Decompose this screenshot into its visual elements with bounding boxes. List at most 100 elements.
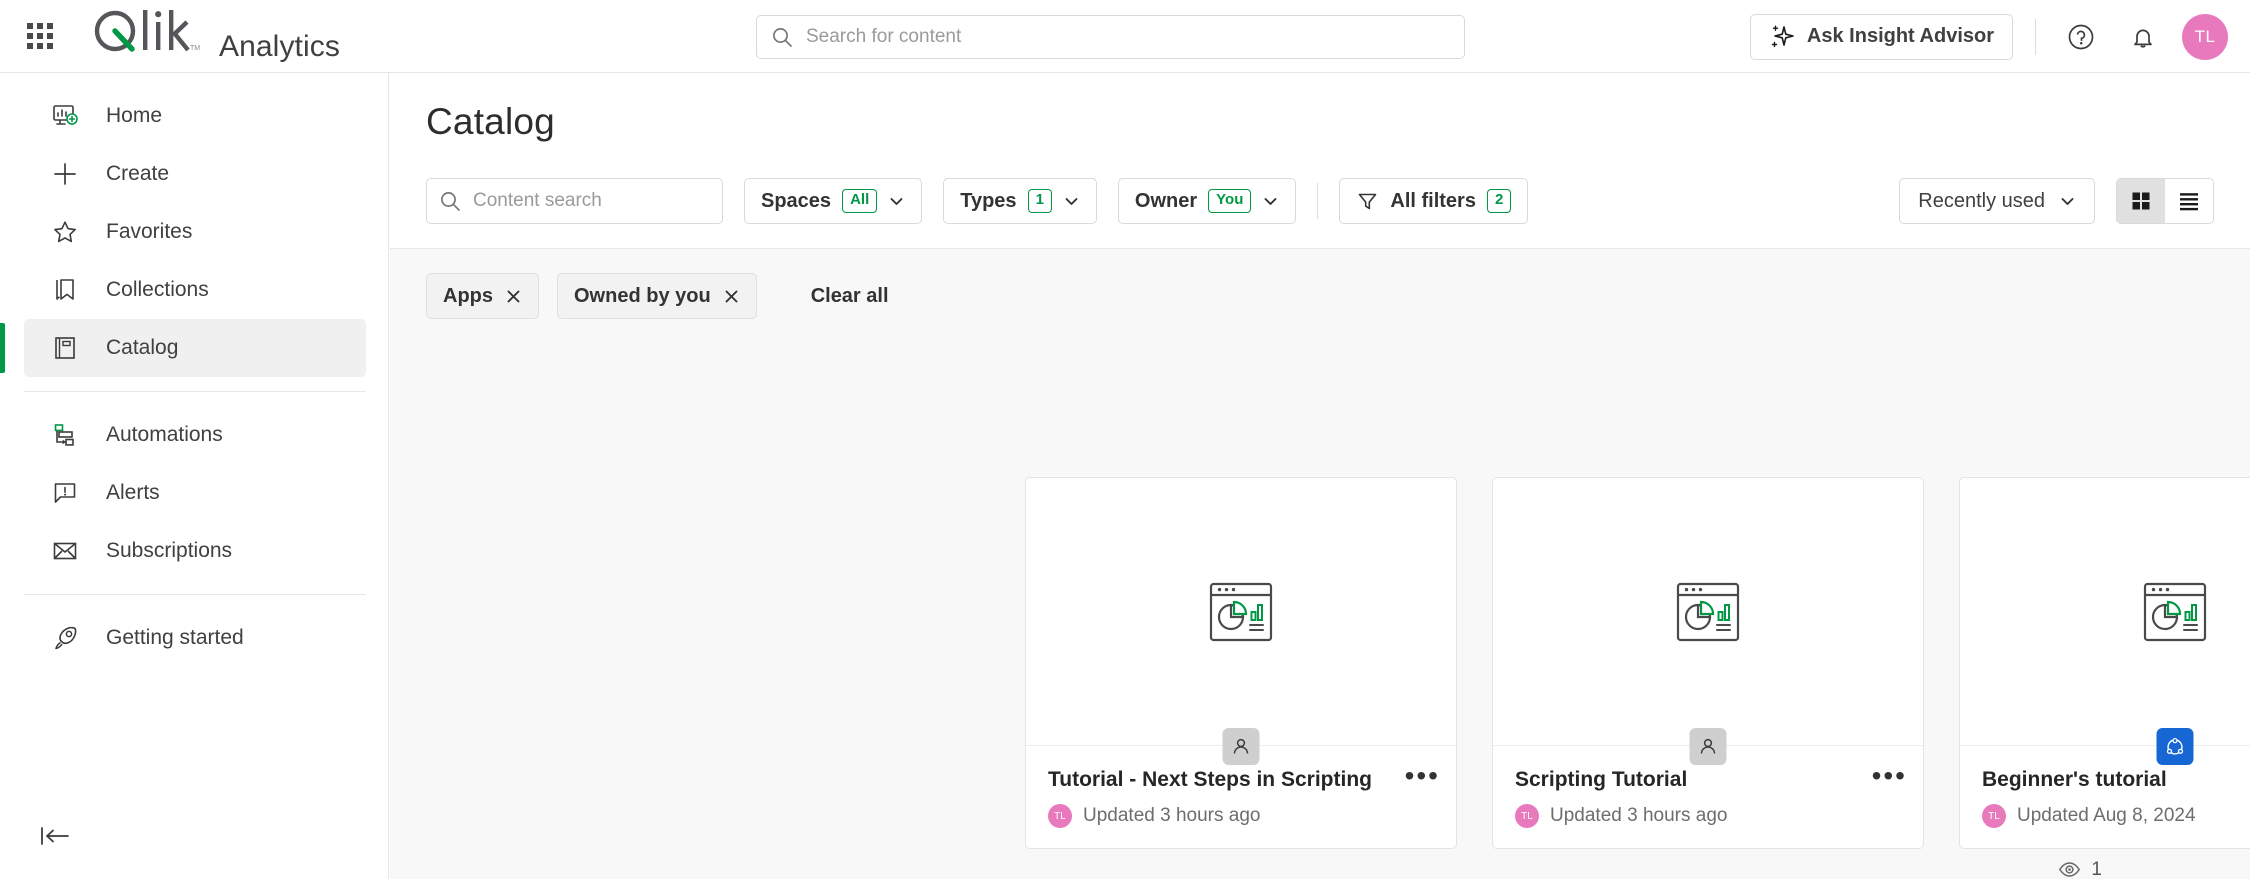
sidebar-item-automations[interactable]: Automations [24,406,366,464]
sidebar-item-collections[interactable]: Collections [24,261,366,319]
active-filter-chips: Apps Owned by you Clear all [426,273,889,319]
app-card-grid: Tutorial - Next Steps in Scripting TL Up… [1025,477,2250,849]
eye-icon [2059,862,2081,877]
clear-all-button[interactable]: Clear all [811,285,889,308]
global-search-placeholder: Search for content [806,26,962,47]
sidebar-item-alerts[interactable]: Alerts [24,464,366,522]
app-card-actions: ••• [1872,762,1907,790]
sidebar-item-subscriptions[interactable]: Subscriptions [24,522,366,580]
sidebar-item-label: Automations [106,423,223,446]
chip-apps-label: Apps [443,284,493,307]
app-card-title: Beginner's tutorial [1982,768,2167,791]
app-card-meta: TL Updated Aug 8, 2024 [1982,804,2250,828]
avatar[interactable]: TL [2182,13,2228,60]
app-card-meta: TL Updated 3 hours ago [1048,804,1434,828]
app-thumbnail [1493,478,1923,746]
sidebar-item-label: Catalog [106,336,179,359]
chip-owned-by-you[interactable]: Owned by you [557,273,757,319]
app-grid-icon[interactable] [17,13,63,59]
sidebar-item-create[interactable]: Create [24,145,366,203]
sidebar-item-favorites[interactable]: Favorites [24,203,366,261]
content-search-input[interactable]: Content search [426,178,723,224]
funnel-icon [1359,193,1377,209]
view-count: 1 [2058,858,2102,881]
app-thumbnail [1026,478,1456,746]
sidebar-item-label: Subscriptions [106,539,233,562]
qlik-logo-icon: TM [89,8,207,56]
app-card-title: Tutorial - Next Steps in Scripting [1048,768,1372,791]
sidebar-item-getting-started[interactable]: Getting started [24,609,366,667]
app-card-updated: Updated Aug 8, 2024 [2017,805,2196,826]
ask-insight-advisor-button[interactable]: Ask Insight Advisor [1749,13,2013,60]
product-name: Analytics [219,30,340,63]
sidebar-item-label: Create [106,162,170,185]
search-icon [773,28,792,47]
filter-owner-badge: You [1208,189,1252,213]
chevron-down-icon [1065,197,1078,205]
filter-owner-button[interactable]: Owner You [1117,178,1297,224]
svg-text:TM: TM [190,45,200,52]
sidebar: Home Create Favorites Collections Catalo… [0,73,389,879]
sidebar-divider [24,594,366,595]
sidebar-item-catalog[interactable]: Catalog [0,319,366,377]
all-filters-button[interactable]: All filters 2 [1339,178,1529,224]
main-content: Catalog Content search Spaces All Types … [390,73,2250,881]
chevron-down-icon [890,197,903,205]
filter-types-badge: 1 [1027,189,1052,213]
chevron-down-icon [2061,197,2074,205]
app-chart-icon [1676,582,1740,641]
filter-spaces-badge: All [842,189,878,213]
owner-avatar: TL [1982,804,2006,828]
sidebar-item-label: Home [106,104,163,127]
view-count-value: 1 [2091,858,2102,880]
more-options-icon[interactable]: ••• [1405,762,1440,790]
rocket-icon [48,621,82,655]
divider [1317,183,1319,219]
grid-view-icon[interactable] [2117,179,2165,223]
close-icon[interactable] [505,288,522,305]
plus-icon [48,157,82,191]
help-circle-icon[interactable] [2058,14,2104,60]
brand-logo[interactable]: TM Analytics [89,8,340,64]
alert-speech-bubble-icon [48,476,82,510]
catalog-header: Catalog Content search Spaces All Types … [390,73,2250,249]
search-icon [441,192,460,211]
bookmark-icon [48,273,82,307]
app-card-title: Scripting Tutorial [1515,768,1688,791]
app-card[interactable]: Tutorial - Next Steps in Scripting TL Up… [1025,477,1457,849]
catalog-book-icon [48,331,82,365]
app-card-actions: ••• [1405,762,1440,790]
view-toggle [2116,178,2214,224]
sidebar-item-home[interactable]: Home [24,87,366,145]
content-search-placeholder: Content search [473,190,602,211]
list-view-icon[interactable] [2165,179,2213,223]
chip-apps[interactable]: Apps [426,273,539,319]
app-card[interactable]: Scripting Tutorial TL Updated 3 hours ag… [1492,477,1924,849]
sidebar-item-label: Getting started [106,626,244,649]
sidebar-item-label: Collections [106,278,209,301]
filter-toolbar: Content search Spaces All Types 1 Owner … [426,178,2214,224]
app-card[interactable]: Beginner's tutorial TL Updated Aug 8, 20… [1959,477,2250,849]
app-card-body: Tutorial - Next Steps in Scripting TL Up… [1026,746,1456,828]
app-card-updated: Updated 3 hours ago [1550,805,1728,826]
close-icon[interactable] [723,288,740,305]
sort-label: Recently used [1918,189,2045,212]
more-options-icon[interactable]: ••• [1872,762,1907,790]
sidebar-item-label: Alerts [106,481,160,504]
collapse-panel-icon[interactable] [38,823,74,853]
app-chart-icon [1209,582,1273,641]
filter-spaces-button[interactable]: Spaces All [744,178,923,224]
app-card-body: Beginner's tutorial TL Updated Aug 8, 20… [1960,746,2250,828]
owner-avatar: TL [1515,804,1539,828]
sort-dropdown[interactable]: Recently used [1899,178,2095,224]
sidebar-divider [24,391,366,392]
app-chart-icon [2143,582,2207,641]
page-title: Catalog [426,101,555,142]
filter-types-button[interactable]: Types 1 [943,178,1097,224]
star-outline-icon [48,215,82,249]
bell-icon[interactable] [2120,14,2166,60]
global-search[interactable]: Search for content [756,15,1465,59]
automations-flow-icon [48,418,82,452]
divider [2035,18,2036,55]
all-filters-label: All filters [1390,189,1476,212]
